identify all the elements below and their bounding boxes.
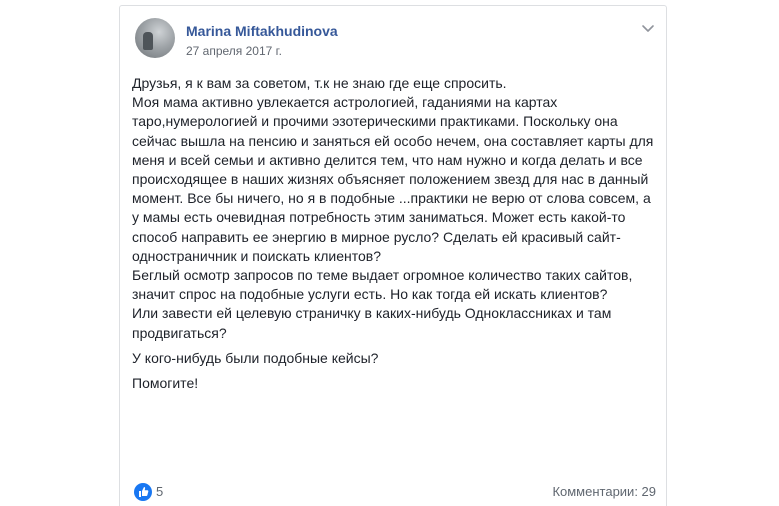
post-date[interactable]: 27 апреля 2017 г. [186,44,282,58]
author-name-link[interactable]: Marina Miftakhudinova [186,23,338,39]
post-card: Marina Miftakhudinova 27 апреля 2017 г. … [119,5,667,506]
avatar[interactable] [135,18,175,58]
post-paragraph: Друзья, я к вам за советом, т.к не знаю … [132,75,654,341]
like-count[interactable]: 5 [156,484,163,499]
chevron-down-icon[interactable] [640,20,656,36]
post-footer: 5 Комментарии: 29 [132,482,656,502]
post-body: Друзья, я к вам за советом, т.к не знаю … [132,74,660,399]
post-paragraph: Помогите! [132,375,199,392]
comments-count-link[interactable]: Комментарии: 29 [552,484,656,499]
post-paragraph: У кого-нибудь были подобные кейсы? [132,349,379,366]
thumbs-up-icon[interactable] [134,483,152,501]
